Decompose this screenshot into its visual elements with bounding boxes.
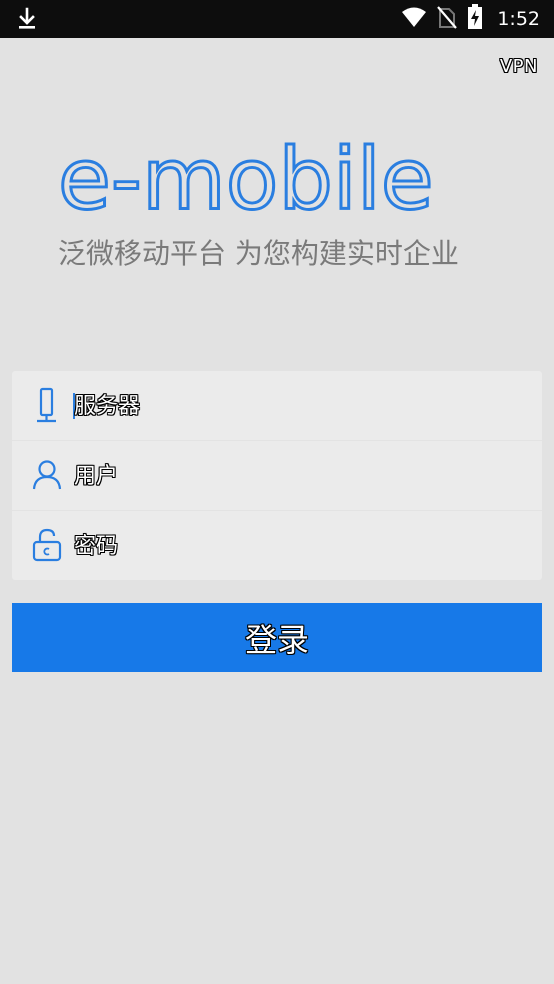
no-sim-icon	[437, 5, 458, 33]
battery-charging-icon	[467, 4, 483, 34]
password-field-row	[12, 511, 542, 580]
server-field-row	[12, 371, 542, 440]
login-button[interactable]: 登录	[12, 603, 542, 672]
password-input[interactable]	[74, 525, 524, 567]
user-field-row	[12, 441, 542, 510]
user-icon	[32, 457, 62, 493]
logo-text: e-mobile	[57, 130, 436, 231]
vpn-button[interactable]: VPN	[500, 56, 538, 77]
server-input[interactable]	[74, 385, 524, 427]
status-time: 1:52	[497, 8, 540, 30]
user-input[interactable]	[74, 455, 524, 497]
wifi-icon	[401, 6, 427, 32]
slogan: 泛微移动平台 为您构建实时企业	[58, 237, 459, 270]
login-form	[12, 371, 542, 580]
lock-icon	[32, 527, 62, 563]
server-icon	[32, 387, 62, 423]
app-logo: e-mobile	[57, 130, 498, 231]
download-icon	[16, 7, 38, 35]
status-bar: 1:52	[0, 0, 554, 38]
